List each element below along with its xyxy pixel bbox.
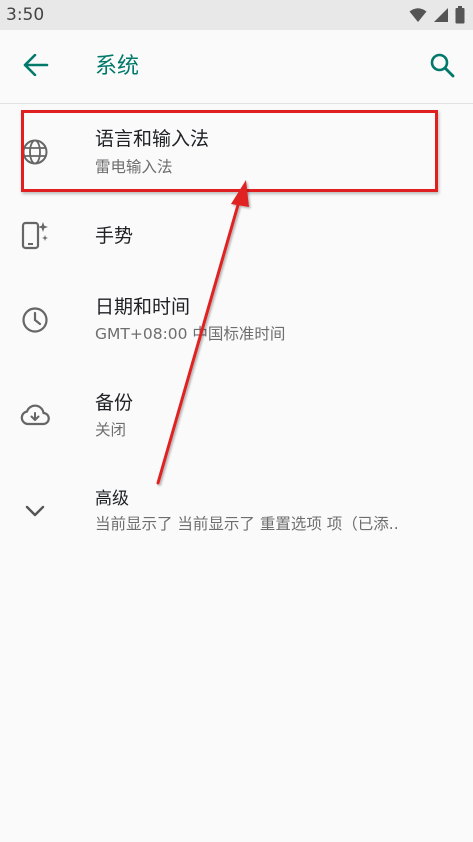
settings-item-title: 高级 — [95, 489, 129, 509]
settings-item-title: 备份 — [95, 392, 134, 414]
app-bar: 系统 — [0, 30, 473, 104]
page-title: 系统 — [95, 54, 140, 79]
globe-icon — [20, 137, 50, 167]
search-button[interactable] — [425, 50, 459, 84]
gesture-phone-icon — [20, 220, 50, 250]
wifi-icon — [409, 7, 427, 23]
settings-item-subtitle: GMT+08:00 中国标准时间 — [95, 325, 286, 343]
clock-icon — [20, 305, 50, 335]
settings-item-subtitle: 关闭 — [95, 421, 127, 439]
settings-item-title: 手势 — [95, 225, 134, 247]
settings-item-gestures[interactable]: 手势 — [0, 196, 473, 276]
back-button[interactable] — [18, 52, 54, 82]
settings-item-advanced[interactable]: 高级 当前显示了 当前显示了 重置选项 项（已添.. — [0, 474, 473, 550]
battery-icon — [455, 6, 465, 24]
signal-icon — [433, 7, 449, 23]
status-icons — [409, 6, 465, 24]
settings-item-language-input[interactable]: 语言和输入法 雷电输入法 — [0, 112, 473, 192]
search-icon — [429, 52, 455, 82]
arrow-left-icon — [23, 53, 49, 80]
settings-item-title: 日期和时间 — [95, 296, 191, 318]
cloud-backup-icon — [20, 401, 50, 431]
settings-item-subtitle: 雷电输入法 — [95, 158, 173, 176]
settings-item-title: 语言和输入法 — [95, 128, 210, 150]
status-time: 3:50 — [6, 5, 45, 25]
settings-item-backup[interactable]: 备份 关闭 — [0, 376, 473, 460]
settings-item-subtitle: 当前显示了 当前显示了 重置选项 项（已添.. — [95, 515, 399, 533]
status-bar: 3:50 — [0, 0, 473, 30]
settings-item-date-time[interactable]: 日期和时间 GMT+08:00 中国标准时间 — [0, 280, 473, 364]
chevron-down-icon — [20, 496, 50, 526]
